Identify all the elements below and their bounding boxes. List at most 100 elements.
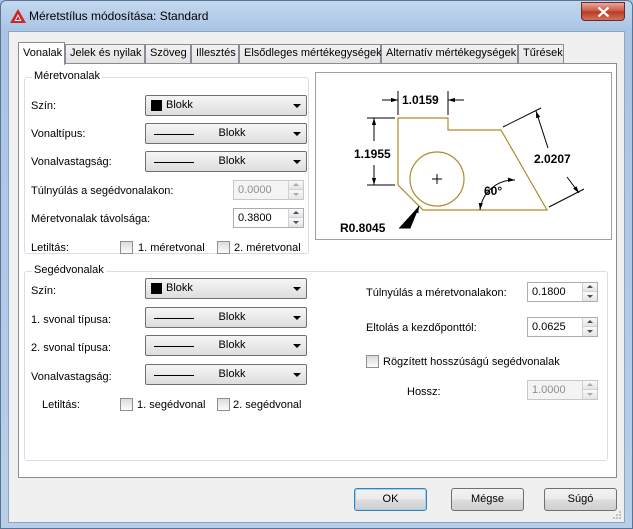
extline2-linetype-select[interactable]: Blokk [145,335,307,356]
dimline-extend-value: 0.0000 [238,184,272,196]
dimline-linetype-value: Blokk [218,127,246,139]
label-extline-color: Szín: [31,285,57,297]
spin-up-icon[interactable] [289,181,303,190]
spin-up-icon[interactable] [583,283,597,292]
cancel-button[interactable]: Mégse [451,488,524,511]
spin-down-icon[interactable] [583,327,597,336]
group-title: Segédvonalak [32,264,106,276]
color-swatch [151,283,162,294]
preview-dim-top: 1.0159 [402,93,439,107]
spin-down-icon[interactable] [289,190,303,199]
tab-turesek[interactable]: Tűrések [518,44,564,63]
label-extline-suppress: Letiltás: [42,399,80,411]
tab-panel-vonalak: Méretvonalak Szín: Blokk Vonaltípus: Blo… [18,63,617,478]
dimline-lineweight-select[interactable]: Blokk [145,151,307,172]
tab-alternativ-mertekegysegek[interactable]: Alternatív mértékegységek [381,44,518,63]
label-length: Hossz: [407,386,441,398]
chevron-down-icon [293,132,301,136]
extline-lineweight-select[interactable]: Blokk [145,364,307,385]
spinner-buttons [582,283,597,301]
preview-radius: R0.8045 [340,221,386,235]
dimline-baseline-value: 0.3800 [238,212,272,224]
color-swatch [151,100,162,111]
spinner-buttons [288,181,303,199]
spin-up-icon[interactable] [583,318,597,327]
dimension-preview: 1.0159 1.1955 2.0207 60° R0.8045 [315,72,612,240]
label-dimline-suppress: Letiltás: [31,242,69,254]
tab-jelek-es-nyilak[interactable]: Jelek és nyilak [65,44,145,63]
dimline-extend-spinner[interactable]: 0.0000 [233,180,304,200]
suppress-dimline-1-label[interactable]: 1. méretvonal [138,242,205,254]
extline-color-select[interactable]: Blokk [145,278,307,299]
fixed-length-label[interactable]: Rögzített hosszúságú segédvonalak [383,356,560,368]
tab-vonalak[interactable]: Vonalak [18,42,65,65]
extline1-linetype-value: Blokk [218,311,246,323]
length-spinner[interactable]: 1.0000 [527,380,598,400]
extline-extend-value: 0.1800 [532,286,566,298]
group-title: Méretvonalak [32,70,103,82]
chevron-down-icon [293,287,301,291]
suppress-extline-1-label[interactable]: 1. segédvonal [137,399,206,411]
chevron-down-icon [293,104,301,108]
spin-down-icon[interactable] [583,292,597,301]
extline-color-value: Blokk [166,282,193,294]
length-value: 1.0000 [532,384,566,396]
spin-down-icon[interactable] [289,218,303,227]
dimline-linetype-select[interactable]: Blokk [145,123,307,144]
extline-lineweight-value: Blokk [218,368,246,380]
spin-up-icon[interactable] [583,381,597,390]
label-extline-offset: Eltolás a kezdőponttól: [366,322,477,334]
ok-button[interactable]: OK [354,488,427,511]
suppress-dimline-2-checkbox[interactable] [217,241,230,254]
extline1-linetype-select[interactable]: Blokk [145,307,307,328]
chevron-down-icon [293,160,301,164]
dialog-client-area: Vonalak Jelek és nyilak Szöveg Illesztés… [8,31,625,523]
suppress-dimline-1-checkbox[interactable] [120,241,133,254]
spinner-buttons [582,381,597,399]
autocad-logo-icon [10,9,26,23]
preview-dim-left: 1.1955 [354,147,391,161]
preview-angle: 60° [484,184,503,198]
dimension-lines-group: Méretvonalak Szín: Blokk Vonaltípus: Blo… [24,70,309,254]
suppress-extline-2-label[interactable]: 2. segédvonal [233,399,302,411]
chevron-down-icon [293,373,301,377]
spinner-buttons [288,209,303,227]
label-extline-extend: Túlnyúlás a méretvonalakon: [366,287,507,299]
spin-down-icon[interactable] [583,390,597,399]
tab-elsodleges-mertekegysegek[interactable]: Elsődleges mértékegységek [239,44,382,63]
chevron-down-icon [293,344,301,348]
resize-grip-icon[interactable] [612,510,622,520]
close-button[interactable] [581,2,625,21]
label-dimline-linetype: Vonaltípus: [31,128,86,140]
close-icon [597,7,610,17]
dialog-window: Méretstílus módosítása: Standard Vonalak… [0,0,633,529]
label-dimline-extend: Túlnyúlás a segédvonalakon: [31,185,174,197]
extline-extend-spinner[interactable]: 0.1800 [527,282,598,302]
tab-illesztes[interactable]: Illesztés [191,44,239,63]
label-extline1-linetype: 1. svonal típusa: [31,314,112,326]
spinner-buttons [582,318,597,336]
suppress-extline-2-checkbox[interactable] [217,398,230,411]
suppress-dimline-2-label[interactable]: 2. méretvonal [234,242,301,254]
tab-szoveg[interactable]: Szöveg [145,44,191,63]
help-button[interactable]: Súgó [544,488,617,511]
chevron-down-icon [293,316,301,320]
extline2-linetype-value: Blokk [218,339,246,351]
title-bar[interactable]: Méretstílus módosítása: Standard [1,1,632,31]
suppress-extline-1-checkbox[interactable] [120,398,133,411]
dimline-color-select[interactable]: Blokk [145,95,307,116]
extline-offset-value: 0.0625 [532,321,566,333]
window-title: Méretstílus módosítása: Standard [29,9,209,23]
label-extline2-linetype: 2. svonal típusa: [31,342,112,354]
label-dimline-lineweight: Vonalvastagság: [31,156,112,168]
label-dimline-baseline: Méretvonalak távolsága: [31,213,151,225]
dimline-baseline-spinner[interactable]: 0.3800 [233,208,304,228]
preview-dim-right: 2.0207 [534,152,571,166]
dimline-color-value: Blokk [166,99,193,111]
extension-lines-group: Segédvonalak Szín: Blokk 1. svonal típus… [24,264,608,461]
fixed-length-checkbox[interactable] [366,355,379,368]
label-extline-lineweight: Vonalvastagság: [31,371,112,383]
label-dimline-color: Szín: [31,100,57,112]
extline-offset-spinner[interactable]: 0.0625 [527,317,598,337]
spin-up-icon[interactable] [289,209,303,218]
